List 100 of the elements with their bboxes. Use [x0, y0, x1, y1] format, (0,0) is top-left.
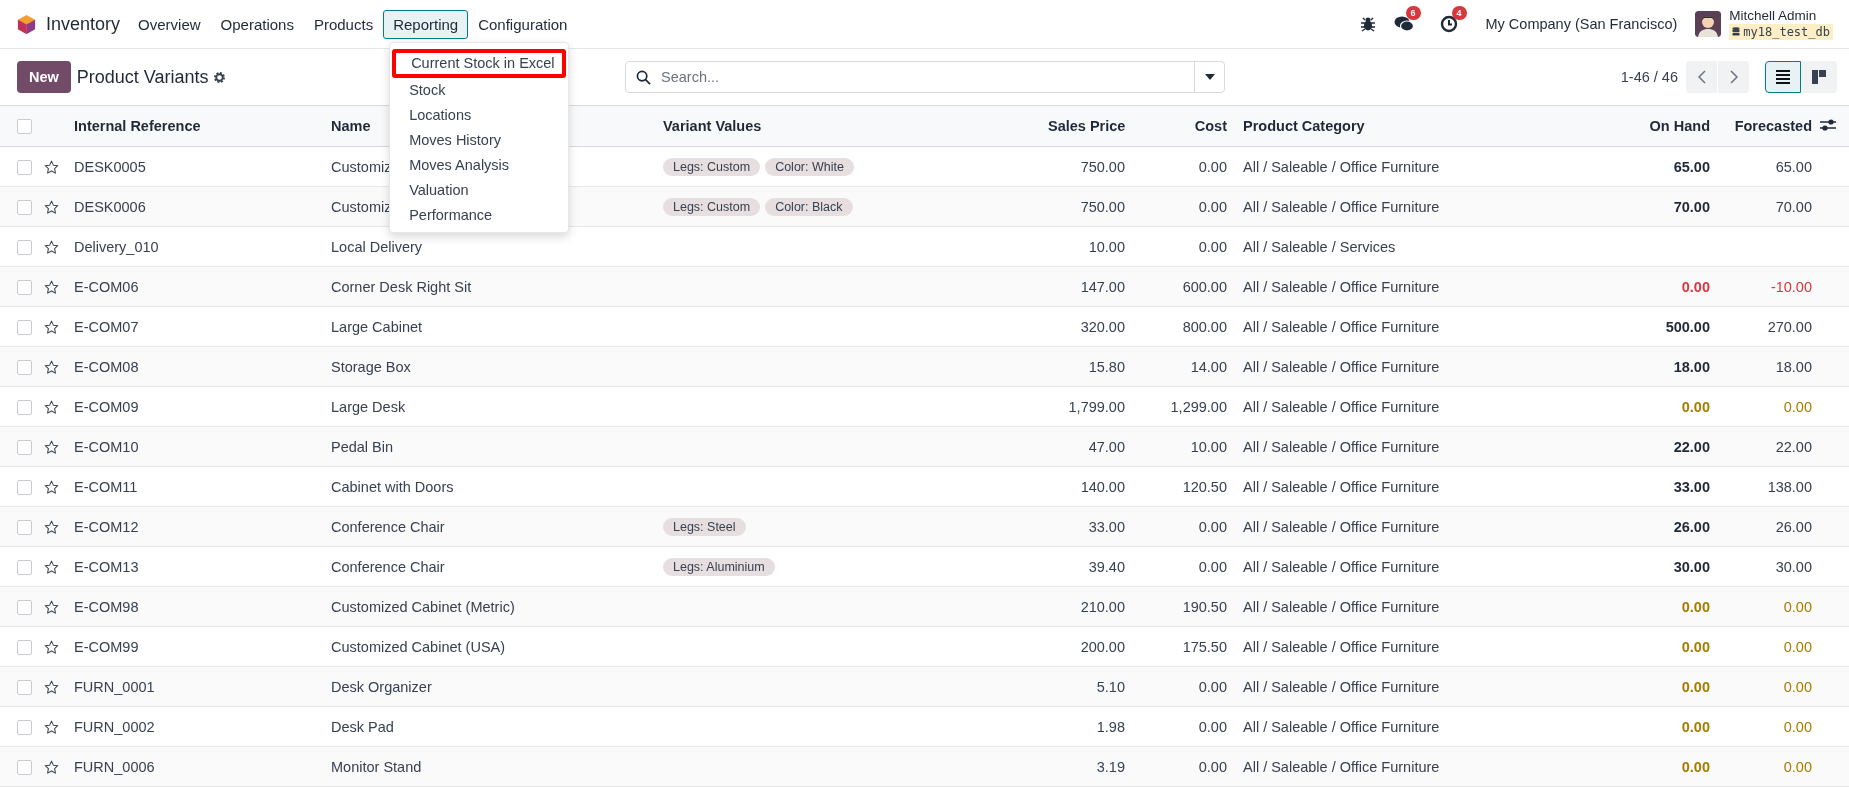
gear-icon[interactable] — [212, 70, 226, 84]
app-name[interactable]: Inventory — [46, 13, 121, 35]
table-cell: 138.00 — [1718, 466, 1820, 507]
app-logo-icon[interactable] — [17, 13, 36, 35]
list-view-button[interactable] — [1765, 61, 1801, 93]
column-header[interactable]: Product Category — [1243, 118, 1365, 134]
column-header[interactable]: Cost — [1194, 118, 1227, 134]
table-cell: 5.10 — [1040, 666, 1133, 707]
star-icon[interactable] — [44, 279, 59, 295]
column-header[interactable]: Internal Reference — [74, 118, 201, 134]
row-checkbox[interactable] — [17, 479, 32, 495]
table-cell: Desk Pad — [323, 706, 655, 747]
table-cell: Monitor Stand — [323, 746, 655, 787]
row-checkbox[interactable] — [17, 319, 32, 335]
row-checkbox[interactable] — [17, 199, 32, 215]
table-cell: 0.00 — [1718, 626, 1820, 667]
row-checkbox[interactable] — [17, 759, 32, 775]
table-cell: 26.00 — [1600, 506, 1718, 547]
row-checkbox[interactable] — [17, 639, 32, 655]
nav-menu-item[interactable]: Overview — [128, 9, 211, 39]
star-icon[interactable] — [44, 319, 59, 335]
variant-tag: Legs: Steel — [663, 517, 746, 536]
user-name[interactable]: Mitchell Admin — [1729, 8, 1833, 24]
nav-menu-item[interactable]: Configuration — [468, 9, 578, 39]
row-checkbox[interactable] — [17, 719, 32, 735]
row-checkbox[interactable] — [17, 439, 32, 455]
table-cell: Pedal Bin — [323, 426, 655, 467]
table-cell: All / Saleable / Office Furniture — [1235, 426, 1600, 467]
row-checkbox[interactable] — [17, 279, 32, 295]
row-checkbox[interactable] — [17, 399, 32, 415]
row-checkbox[interactable] — [17, 159, 32, 175]
select-all-checkbox[interactable] — [17, 119, 32, 135]
row-checkbox[interactable] — [17, 679, 32, 695]
table-cell: 33.00 — [1040, 506, 1133, 547]
star-icon[interactable] — [44, 359, 59, 375]
table-cell: 1,299.00 — [1133, 386, 1235, 427]
row-checkbox[interactable] — [17, 359, 32, 375]
star-icon[interactable] — [44, 599, 59, 615]
table-cell: E-COM12 — [66, 506, 323, 547]
table-cell: All / Saleable / Services — [1235, 226, 1600, 267]
dropdown-item[interactable]: Current Stock in Excel — [392, 48, 567, 78]
table-cell: 0.00 — [1600, 386, 1718, 427]
star-icon[interactable] — [44, 639, 59, 655]
table-cell: 0.00 — [1133, 146, 1235, 187]
search-input[interactable]: Search... — [659, 68, 1194, 86]
user-avatar[interactable] — [1695, 11, 1722, 37]
star-icon[interactable] — [44, 559, 59, 575]
star-icon[interactable] — [44, 679, 59, 695]
dropdown-item[interactable]: Performance — [390, 202, 569, 228]
dropdown-item[interactable]: Moves History — [390, 127, 569, 153]
dropdown-item[interactable]: Locations — [390, 102, 569, 128]
star-icon[interactable] — [44, 519, 59, 535]
star-icon[interactable] — [44, 199, 59, 215]
company-name[interactable]: My Company (San Francisco) — [1485, 16, 1678, 32]
nav-menu-item[interactable]: Reporting — [383, 9, 469, 39]
search-field[interactable]: Search... — [625, 61, 1225, 93]
dropdown-item[interactable]: Moves Analysis — [390, 152, 569, 178]
table-cell: 0.00 — [1718, 666, 1820, 707]
table-cell: 15.80 — [1040, 346, 1133, 387]
row-checkbox[interactable] — [17, 519, 32, 535]
table-cell: 0.00 — [1600, 266, 1718, 307]
bug-icon[interactable] — [1359, 16, 1376, 32]
star-icon[interactable] — [44, 159, 59, 175]
pager-value[interactable]: 1-46 / 46 — [1620, 69, 1678, 85]
table-cell: All / Saleable / Office Furniture — [1235, 746, 1600, 787]
star-icon[interactable] — [44, 759, 59, 775]
table-cell: 3.19 — [1040, 746, 1133, 787]
new-button[interactable]: New — [17, 61, 71, 93]
row-checkbox[interactable] — [17, 239, 32, 255]
table-cell: 0.00 — [1133, 226, 1235, 267]
clock-icon[interactable] — [1439, 15, 1460, 33]
row-checkbox[interactable] — [17, 559, 32, 575]
table-cell: 0.00 — [1718, 746, 1820, 787]
column-header[interactable]: Name — [331, 118, 371, 134]
row-checkbox[interactable] — [17, 599, 32, 615]
star-icon[interactable] — [44, 719, 59, 735]
column-header[interactable]: Variant Values — [663, 118, 762, 134]
table-cell: 26.00 — [1718, 506, 1820, 547]
star-icon[interactable] — [44, 439, 59, 455]
table-cell: 1.98 — [1040, 706, 1133, 747]
table-cell: 0.00 — [1600, 706, 1718, 747]
table-cell: Cabinet with Doors — [323, 466, 655, 507]
dropdown-item[interactable]: Stock — [390, 77, 569, 103]
table-cell: E-COM10 — [66, 426, 323, 467]
star-icon[interactable] — [44, 239, 59, 255]
star-icon[interactable] — [44, 399, 59, 415]
table-cell: 0.00 — [1133, 506, 1235, 547]
table-cell: 210.00 — [1040, 586, 1133, 627]
table-cell: All / Saleable / Office Furniture — [1235, 346, 1600, 387]
table-cell: 0.00 — [1718, 706, 1820, 747]
chat-icon[interactable] — [1393, 15, 1414, 33]
nav-menu-item[interactable]: Products — [303, 9, 384, 39]
table-cell: 22.00 — [1718, 426, 1820, 467]
nav-menu-item[interactable]: Operations — [210, 9, 304, 39]
sliders-icon[interactable] — [1820, 117, 1836, 132]
table-cell: 10.00 — [1133, 426, 1235, 467]
star-icon[interactable] — [44, 479, 59, 495]
table-cell: 120.50 — [1133, 466, 1235, 507]
kanban-view-button[interactable] — [1801, 61, 1837, 93]
table-cell: Customized Cabinet (USA) — [323, 626, 655, 667]
